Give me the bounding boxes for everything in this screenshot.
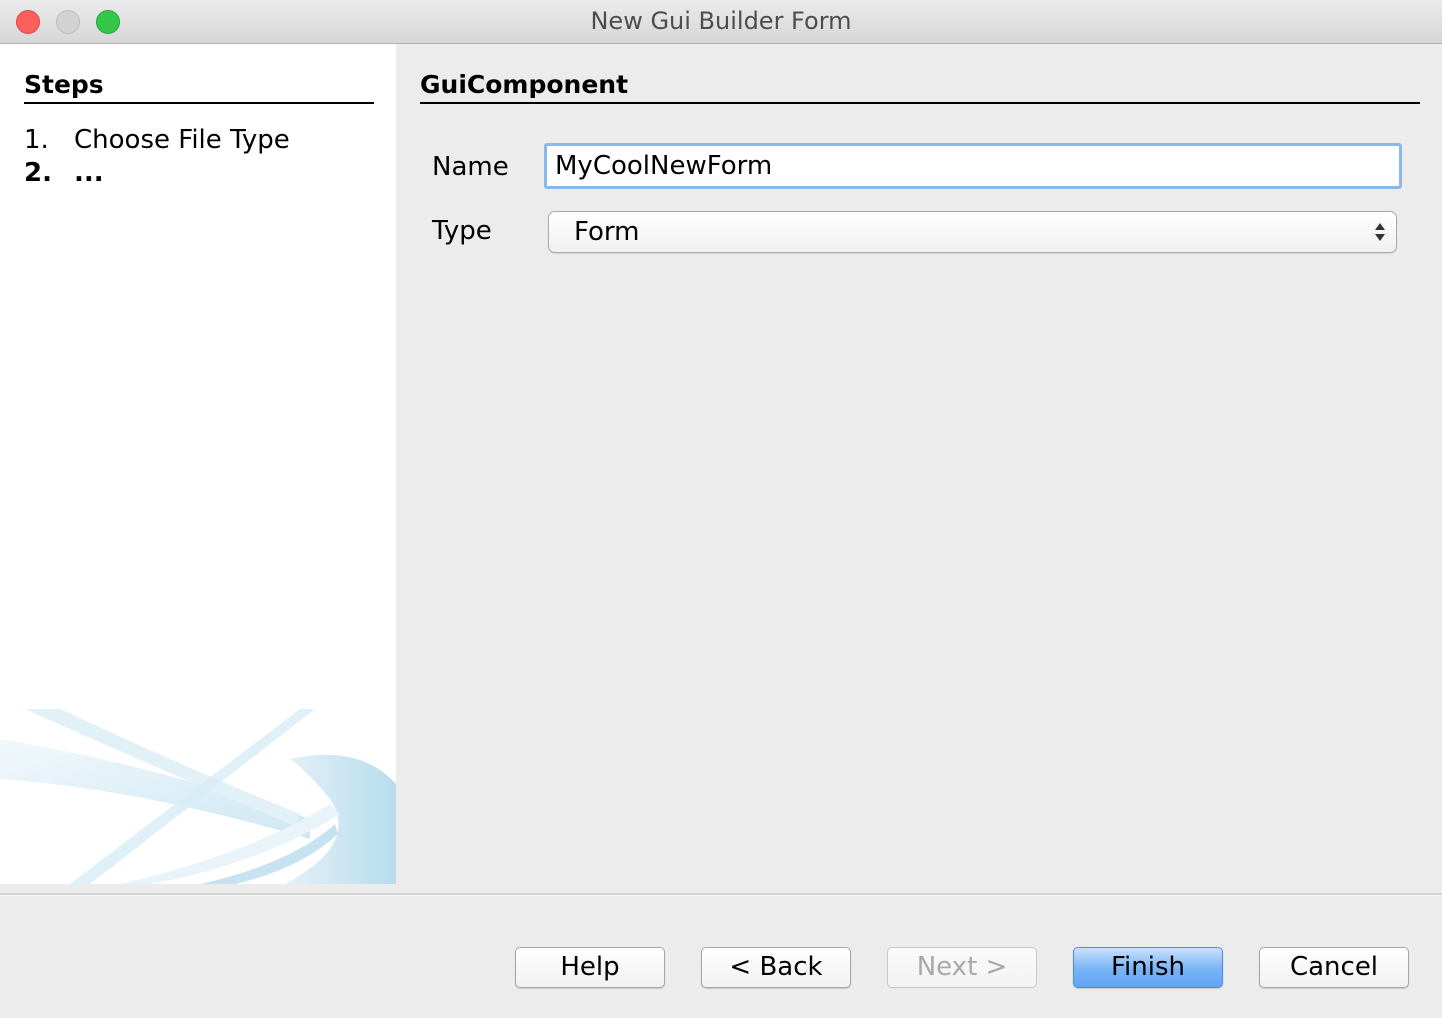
step-number: 2. [24, 158, 52, 188]
help-button[interactable]: Help [515, 947, 665, 988]
step-item: 1. Choose File Type [24, 125, 290, 155]
type-select[interactable]: Form [548, 211, 1397, 253]
back-button[interactable]: < Back [701, 947, 851, 988]
content-panel: GuiComponent Name Type Form [396, 44, 1442, 884]
title-bar[interactable]: New Gui Builder Form [0, 0, 1442, 44]
name-label: Name [432, 152, 509, 182]
type-label: Type [432, 216, 492, 246]
step-label: ... [74, 158, 104, 188]
wizard-dialog: New Gui Builder Form Steps 1. Choose File… [0, 0, 1442, 1018]
decorative-swoosh-graphic [0, 709, 396, 884]
name-input[interactable] [544, 143, 1402, 189]
cancel-button[interactable]: Cancel [1259, 947, 1409, 988]
steps-heading: Steps [24, 70, 374, 104]
steps-panel: Steps 1. Choose File Type 2.... [0, 44, 396, 884]
next-button[interactable]: Next > [887, 947, 1037, 988]
up-down-arrows-icon [1375, 223, 1385, 241]
finish-button[interactable]: Finish [1073, 947, 1223, 988]
step-label: Choose File Type [74, 125, 290, 155]
window-title: New Gui Builder Form [590, 7, 852, 35]
step-item-current: 2.... [24, 158, 104, 188]
step-number: 1. [24, 125, 49, 155]
type-selected-value: Form [574, 217, 640, 247]
footer-divider [0, 893, 1442, 896]
section-heading: GuiComponent [420, 70, 1420, 104]
